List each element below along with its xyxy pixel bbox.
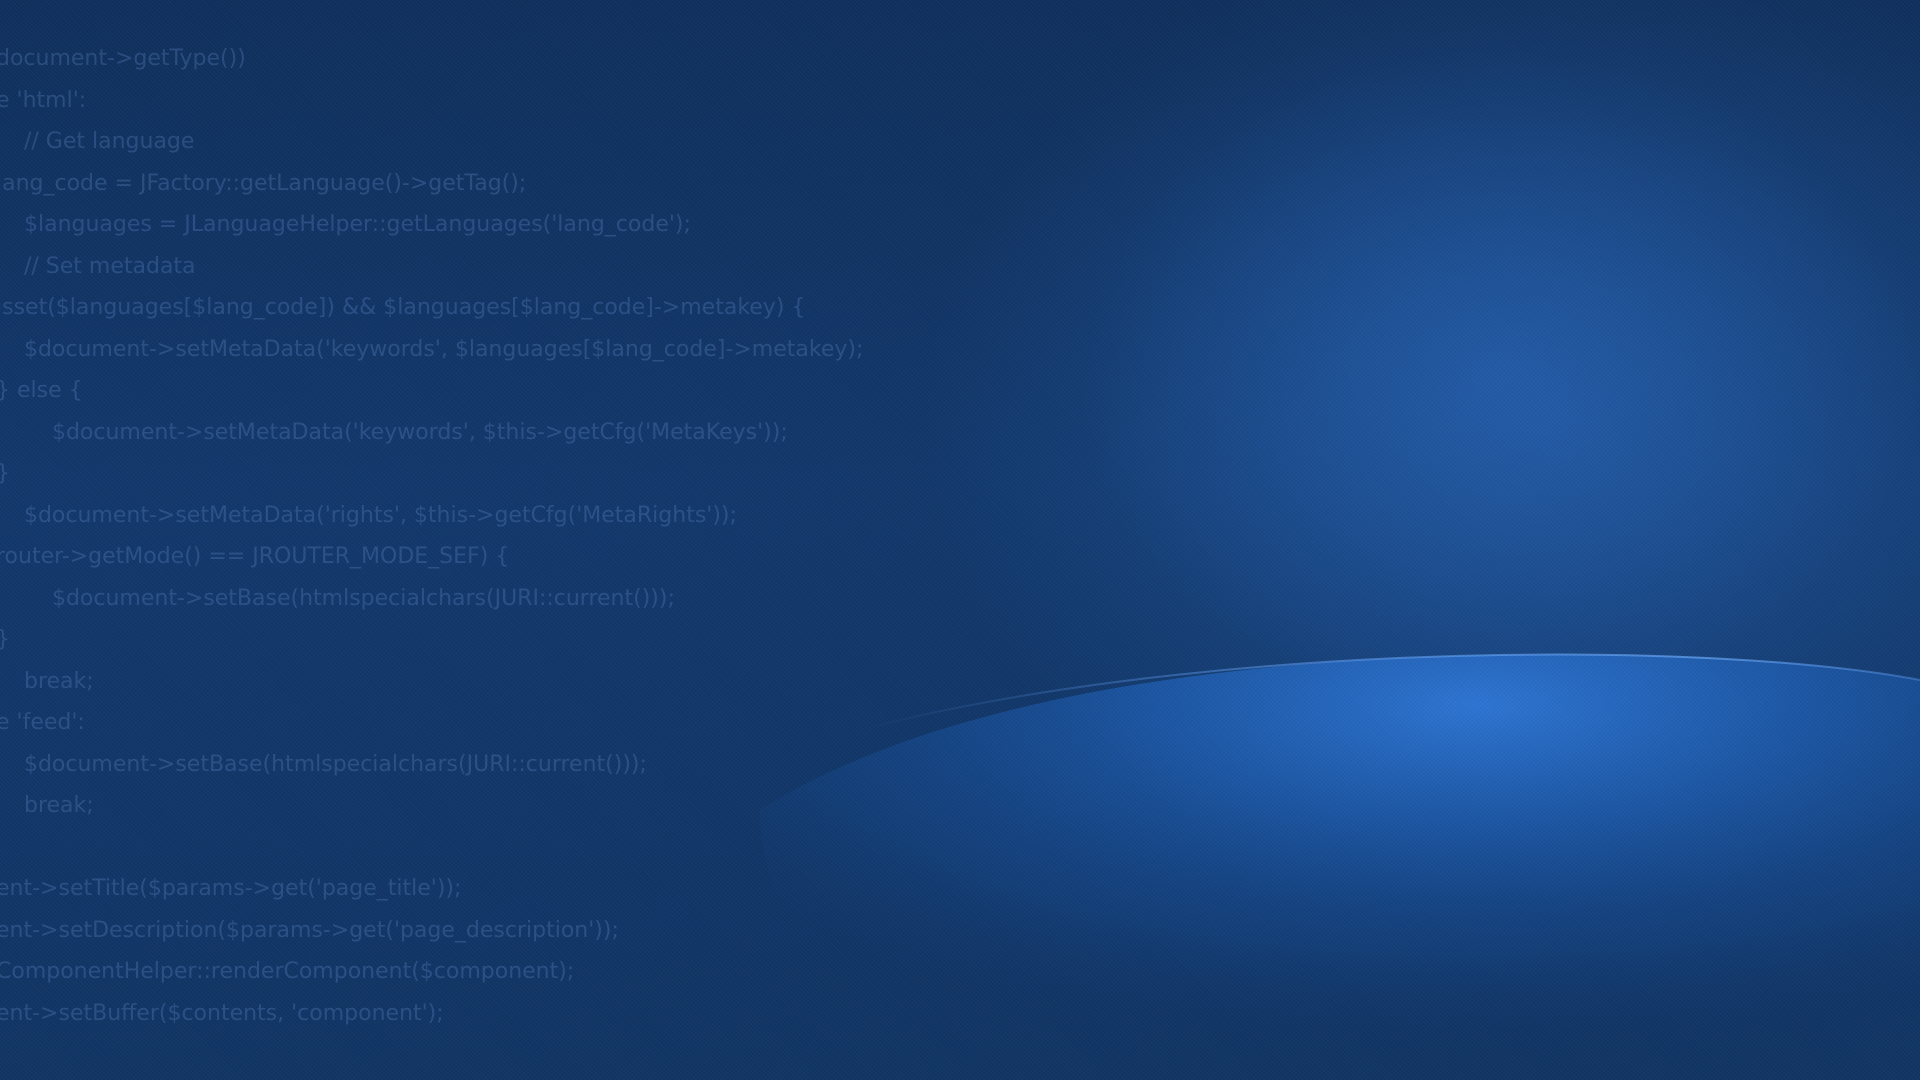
code-line: ent->setBuffer($contents, 'component'); [0,1000,444,1026]
code-line: // Set metadata [0,253,196,279]
code-line: $document->setMetaData('rights', $this->… [0,502,737,528]
code-line: $document->setMetaData('keywords', $this… [0,419,788,445]
code-line: router->getMode() == JROUTER_MODE_SEF) { [0,544,510,569]
code-line: ent->setTitle($params->get('page_title')… [0,876,462,901]
code-line: $document->setBase(htmlspecialchars(JURI… [0,585,675,611]
code-line: isset($languages[$lang_code]) && $langua… [0,295,806,320]
code-line: document->getType()) [0,46,246,71]
code-line: ent->setDescription($params->get('page_d… [0,917,619,943]
code-line: break; [0,668,94,694]
code-line: } [0,619,863,661]
code-line: ComponentHelper::renderComponent($compon… [0,959,575,984]
code-line: lang_code = JFactory::getLanguage()->get… [0,170,527,196]
background-code-text: document->getType()) e 'html': // Get lan… [0,38,863,1034]
desktop-wallpaper: document->getType()) e 'html': // Get lan… [0,0,1920,1080]
code-line: break; [0,793,94,818]
code-line: } else { [0,378,83,403]
code-line: $document->setBase(htmlspecialchars(JURI… [0,751,647,777]
code-line: e 'html': [0,87,87,113]
code-line: $document->setMetaData('keywords', $lang… [0,336,864,362]
code-line: } [0,453,863,495]
code-line: // Get language [0,129,195,154]
code-line: e 'feed': [0,710,85,735]
code-line: $languages = JLanguageHelper::getLanguag… [0,212,691,237]
